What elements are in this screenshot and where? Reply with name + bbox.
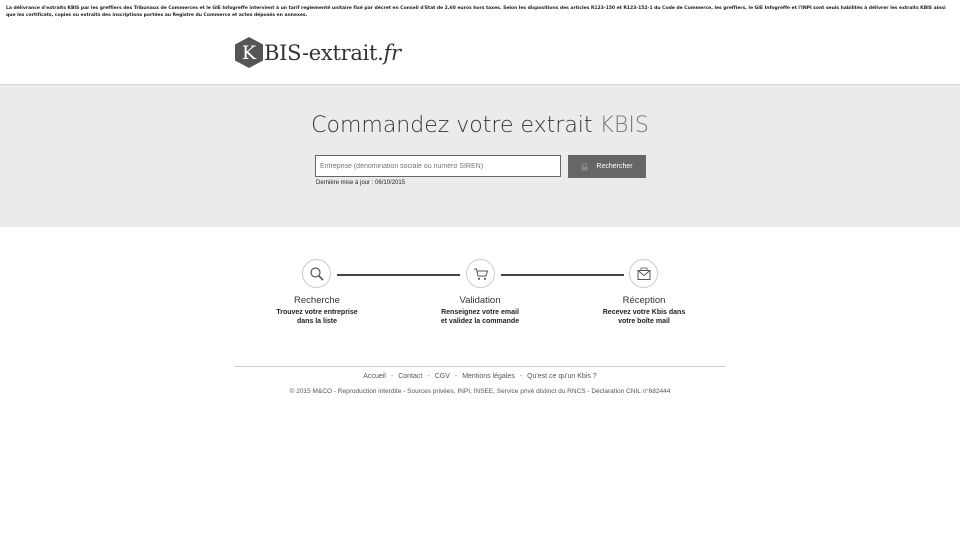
site-header: La délivrance d'extraits KBIS par les gr… (0, 0, 960, 85)
footer-nav: Accueil - Contact - CGV - Mentions légales - Qu'… (0, 373, 960, 380)
legal-notice: La délivrance d'extraits KBIS par les gr… (6, 6, 946, 18)
step-title: Réception (622, 295, 666, 306)
footer-link-cgv[interactable]: CGV (435, 373, 450, 380)
step-description: Trouvez votre entreprise dans la liste (276, 309, 358, 325)
footer-divider (235, 366, 725, 367)
logo-letter: K (242, 42, 257, 64)
separator: - (519, 373, 523, 380)
site-logo[interactable]: K BIS-extrait.fr (235, 37, 401, 68)
footer-link-kbis[interactable]: Qu'est ce qu'un Kbis ? (527, 373, 597, 380)
lock-icon (581, 162, 588, 170)
step-description: Renseignez votre email et validez la comm… (440, 309, 520, 325)
step-title: Validation (459, 295, 501, 306)
search-input[interactable] (315, 155, 561, 177)
separator: - (427, 373, 430, 380)
step-search-circle (302, 259, 331, 288)
magnifier-icon (309, 266, 324, 281)
logo-text: BIS-extrait.fr (264, 40, 401, 65)
hero-section: Commandez votre extrait KBIS Rechercher … (0, 85, 960, 227)
separator: - (454, 373, 458, 380)
search-button-label: Rechercher (596, 163, 633, 170)
step-connector (337, 274, 460, 276)
copyright: © 2015 M&CO - Reproduction interdite - S… (289, 388, 671, 395)
hexagon-logo-icon: K (235, 37, 263, 68)
footer-link-accueil[interactable]: Accueil (363, 373, 386, 380)
envelope-icon (637, 267, 650, 280)
cart-icon (473, 268, 488, 280)
footer-link-mentions[interactable]: Mentions légales (462, 373, 515, 380)
separator: - (390, 373, 394, 380)
step-connector (501, 274, 624, 276)
step-validation-circle (466, 259, 495, 288)
step-reception-circle (629, 259, 658, 288)
last-update: Dernière mise à jour : 06/10/2015 (316, 180, 406, 186)
search-button[interactable]: Rechercher (568, 155, 646, 178)
page-title: Commandez votre extrait KBIS (311, 113, 649, 138)
step-title: Recherche (294, 295, 340, 306)
step-description: Recevez votre Kbis dans votre boîte mail (602, 309, 686, 325)
footer-link-contact[interactable]: Contact (398, 373, 422, 380)
